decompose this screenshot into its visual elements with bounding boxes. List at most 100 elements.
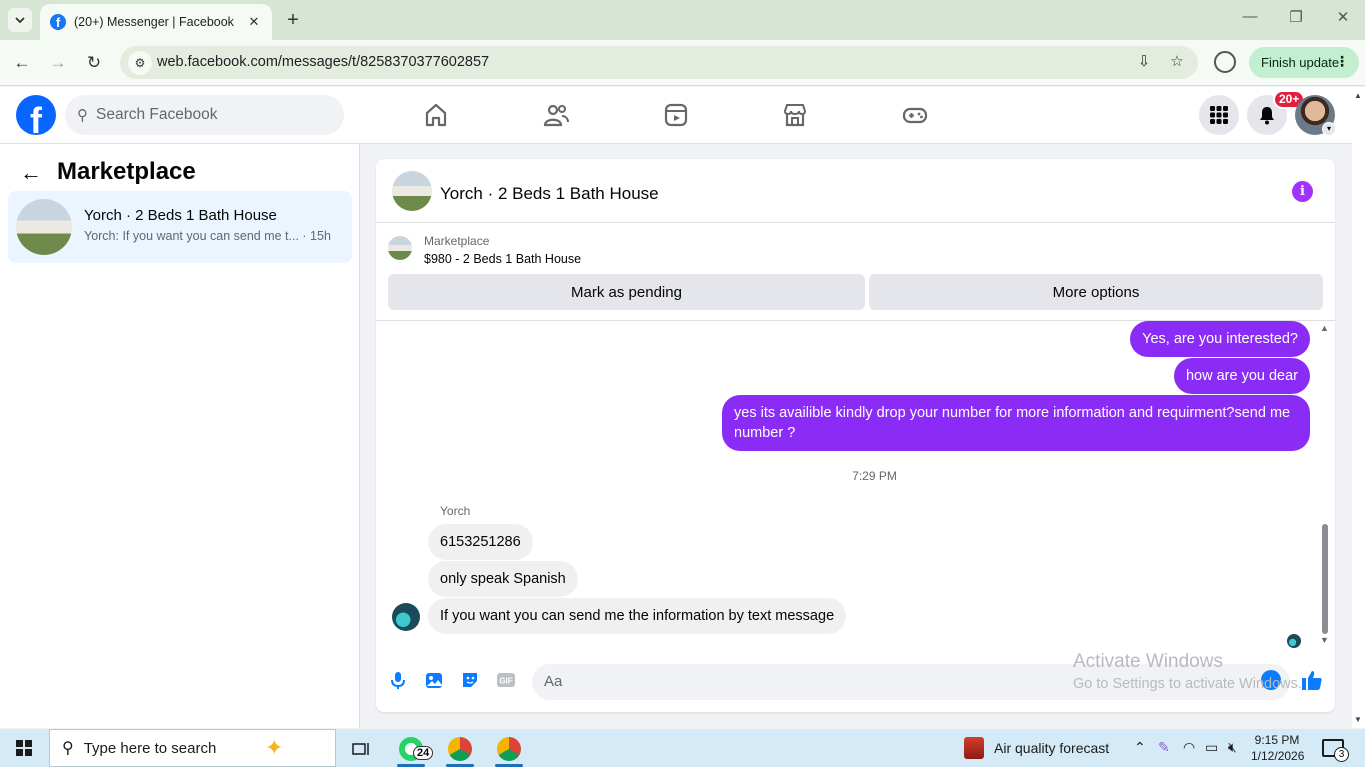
address-bar[interactable]: ⚙ web.facebook.com/messages/t/8258370377… (120, 46, 1198, 79)
incoming-message[interactable]: If you want you can send me the informat… (428, 598, 847, 634)
chevron-down-icon (15, 17, 25, 24)
chrome-profile-taskbar-icon[interactable] (494, 734, 524, 764)
clock-date: 1/12/2026 (1251, 749, 1305, 763)
message-timestamp: 7:29 PM (852, 469, 897, 483)
browser-tab-bar: f (20+) Messenger | Facebook ✕ + — ❐ ✕ (0, 0, 1365, 40)
clock[interactable]: 9:15 PM 1/12/2026 (1251, 732, 1305, 764)
emoji-icon[interactable] (1261, 670, 1281, 690)
attach-photo-icon[interactable] (424, 670, 444, 690)
finish-update-button[interactable]: Finish update ⋮ (1249, 47, 1359, 78)
listing-price-title[interactable]: $980 - 2 Beds 1 Bath House (424, 252, 581, 266)
close-tab-icon[interactable]: ✕ (246, 14, 262, 30)
browser-tab[interactable]: f (20+) Messenger | Facebook ✕ (40, 4, 272, 40)
conversation-sidebar: ← Marketplace Yorch · 2 Beds 1 Bath Hous… (0, 144, 360, 728)
weather-label[interactable]: Air quality forecast (994, 740, 1109, 756)
facebook-search-input[interactable]: ⚲ Search Facebook (65, 95, 344, 135)
air-quality-icon[interactable] (964, 737, 984, 759)
chat-scroll-down-icon[interactable]: ▼ (1320, 635, 1329, 645)
listing-small-thumbnail[interactable] (388, 236, 412, 260)
minimize-window-button[interactable]: — (1238, 8, 1262, 25)
restore-window-button[interactable]: ❐ (1284, 8, 1308, 26)
facebook-logo-icon[interactable]: f (16, 95, 56, 135)
chat-header: Yorch · 2 Beds 1 Bath House i (376, 159, 1335, 223)
marketplace-icon[interactable] (781, 101, 809, 129)
listing-banner: Marketplace $980 - 2 Beds 1 Bath House M… (376, 224, 1335, 321)
chat-title[interactable]: Yorch · 2 Beds 1 Bath House (440, 184, 659, 204)
incoming-message[interactable]: only speak Spanish (428, 561, 578, 597)
chat-window: Yorch · 2 Beds 1 Bath House i Marketplac… (376, 159, 1335, 712)
copilot-sparkle-icon[interactable]: ✦ (265, 735, 283, 761)
message-list: Yes, are you interested? how are you dea… (376, 321, 1335, 656)
task-view-icon[interactable] (346, 734, 376, 764)
account-chevron-icon[interactable]: ▾ (1322, 122, 1336, 136)
finish-update-label: Finish update (1261, 55, 1340, 70)
site-info-icon[interactable]: ⚙ (128, 51, 152, 75)
notification-center-badge: 3 (1334, 747, 1349, 762)
menu-grid-icon (1210, 106, 1228, 124)
message-input-placeholder: Aa (544, 673, 563, 690)
message-input[interactable]: Aa (532, 664, 1290, 700)
bell-icon (1260, 107, 1274, 125)
install-app-icon[interactable]: ⇩ (1133, 52, 1155, 70)
sidebar-title: Marketplace (57, 158, 196, 185)
show-hidden-icons-chevron-icon[interactable]: ⌃ (1134, 739, 1146, 756)
gif-icon[interactable]: GIF (496, 670, 516, 690)
sender-avatar[interactable] (392, 603, 420, 631)
mark-as-pending-button[interactable]: Mark as pending (388, 274, 865, 310)
sticker-icon[interactable] (460, 670, 480, 690)
conversation-name: Yorch · 2 Beds 1 Bath House (84, 207, 277, 224)
conversation-preview: Yorch: If you want you can send me t... … (84, 229, 331, 243)
forward-button[interactable]: → (46, 51, 70, 75)
url-text: web.facebook.com/messages/t/825837037760… (157, 54, 490, 70)
page-scrollbar[interactable]: ▲ ▼ (1352, 87, 1365, 728)
new-tab-button[interactable]: + (282, 8, 304, 32)
wifi-icon[interactable]: ◠ (1183, 739, 1195, 756)
speaker-muted-icon[interactable]: 🔇︎ (1228, 739, 1237, 756)
browser-menu-icon[interactable]: ⋮ (1335, 53, 1349, 70)
tab-search-dropdown[interactable] (8, 8, 32, 32)
chrome-taskbar-icon[interactable] (445, 734, 475, 764)
chat-listing-avatar[interactable] (392, 171, 432, 211)
conversation-item[interactable]: Yorch · 2 Beds 1 Bath House Yorch: If yo… (8, 191, 352, 263)
friends-icon[interactable] (542, 101, 570, 129)
microphone-icon[interactable] (388, 670, 408, 690)
seen-receipt-avatar (1287, 634, 1301, 648)
incoming-message[interactable]: 6153251286 (428, 524, 533, 560)
menu-grid-button[interactable] (1199, 95, 1239, 135)
clock-time: 9:15 PM (1254, 733, 1300, 747)
browser-toolbar: ← → ↻ ⚙ web.facebook.com/messages/t/8258… (0, 40, 1365, 86)
back-arrow-icon[interactable]: ← (20, 160, 42, 186)
windows-start-icon[interactable] (16, 740, 32, 756)
tab-title: (20+) Messenger | Facebook (74, 15, 234, 29)
pen-icon[interactable]: ✎ (1158, 739, 1170, 756)
facebook-top-nav: f ⚲ Search Facebook 20+ ▾ (0, 87, 1352, 144)
gaming-icon[interactable] (901, 101, 929, 129)
close-window-button[interactable]: ✕ (1331, 8, 1355, 26)
info-icon[interactable]: i (1292, 181, 1313, 202)
scroll-up-arrow-icon[interactable]: ▲ (1354, 91, 1362, 100)
outgoing-message[interactable]: yes its availible kindly drop your numbe… (722, 395, 1310, 451)
taskbar-search-placeholder: Type here to search (83, 739, 217, 757)
video-icon[interactable] (662, 101, 690, 129)
browser-profile-icon[interactable] (1214, 51, 1236, 73)
message-composer: GIF Aa (376, 656, 1335, 712)
more-options-button[interactable]: More options (869, 274, 1323, 310)
home-icon[interactable] (422, 101, 450, 129)
thumbs-up-icon[interactable] (1300, 668, 1324, 692)
reload-button[interactable]: ↻ (82, 51, 106, 75)
back-button[interactable]: ← (10, 51, 34, 75)
whatsapp-unread-badge: 24 (413, 746, 434, 760)
battery-icon[interactable]: ▭ (1205, 739, 1218, 756)
outgoing-message[interactable]: how are you dear (1173, 358, 1310, 394)
search-icon: ⚲ (77, 107, 88, 124)
taskbar-search-box[interactable]: ⚲ Type here to search (49, 729, 336, 767)
search-placeholder: Search Facebook (96, 106, 218, 123)
svg-text:GIF: GIF (499, 677, 512, 686)
chat-scrollbar-thumb[interactable] (1322, 524, 1328, 634)
bookmark-star-icon[interactable]: ☆ (1166, 52, 1188, 70)
scroll-down-arrow-icon[interactable]: ▼ (1354, 715, 1362, 724)
chat-scroll-up-icon[interactable]: ▲ (1320, 323, 1329, 333)
sender-name: Yorch (440, 504, 471, 518)
outgoing-message[interactable]: Yes, are you interested? (1130, 321, 1310, 357)
listing-label: Marketplace (424, 234, 490, 248)
